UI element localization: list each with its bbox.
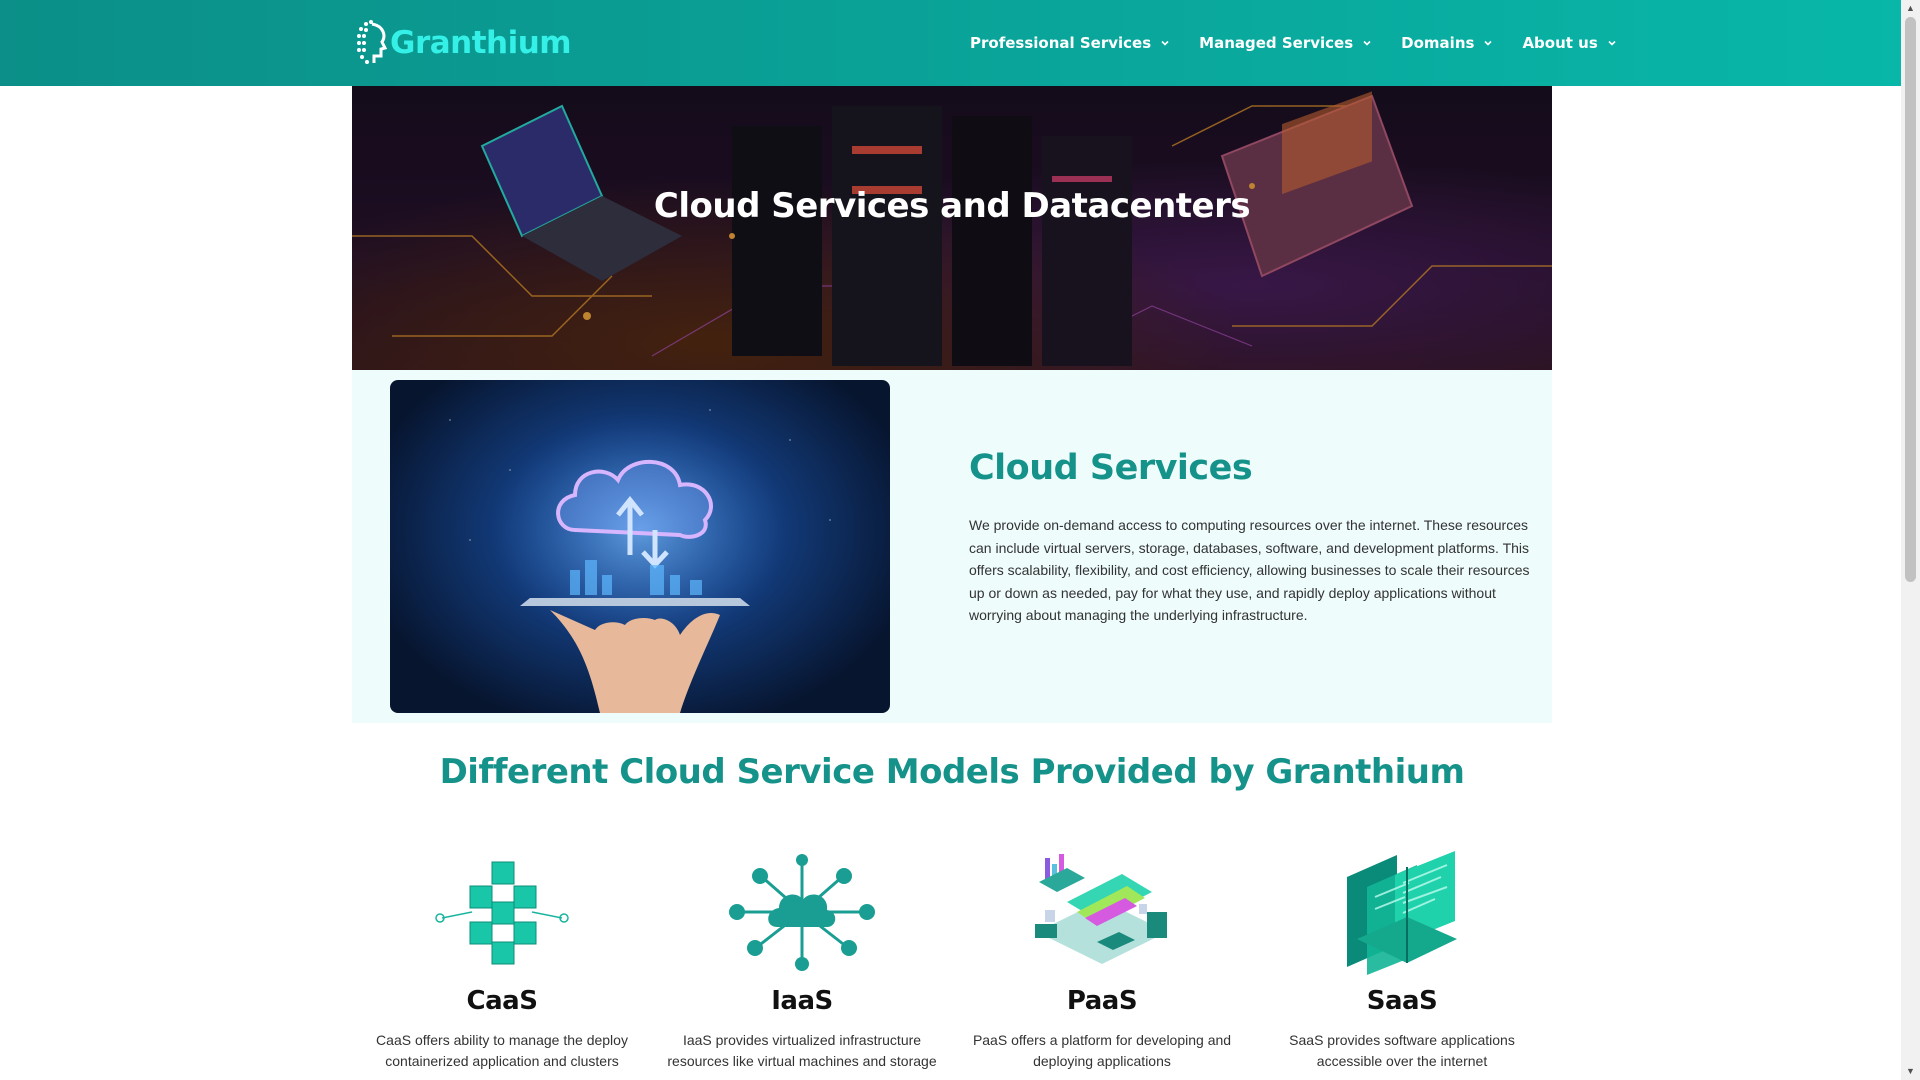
cloud-services-section: Cloud Services We provide on-demand acce… bbox=[352, 370, 1552, 723]
cloud-services-heading: Cloud Services bbox=[969, 448, 1253, 488]
model-description: IaaS provides virtualized infrastructure… bbox=[667, 1032, 937, 1069]
cubes-icon bbox=[352, 852, 652, 972]
cloud-on-phone-illustration bbox=[449, 409, 831, 713]
cloud-services-description: We provide on-demand access to computing… bbox=[969, 517, 1530, 623]
site-header: Granthium Professional Services Managed … bbox=[0, 0, 1901, 86]
software-screens-icon bbox=[1252, 851, 1552, 975]
model-title: IaaS bbox=[771, 986, 833, 1016]
main-nav: Professional Services Managed Services D… bbox=[970, 0, 1646, 86]
model-title: SaaS bbox=[1366, 986, 1438, 1016]
nav-domains[interactable]: Domains bbox=[1401, 34, 1493, 52]
chevron-down-icon bbox=[1363, 40, 1371, 46]
hero-title: Cloud Services and Datacenters bbox=[653, 186, 1251, 226]
chevron-down-icon bbox=[1608, 40, 1616, 46]
nav-label: Managed Services bbox=[1199, 34, 1354, 52]
scroll-up-arrow-icon[interactable]: ▲ bbox=[1901, 0, 1920, 17]
page-scrollbar[interactable]: ▲ ▼ bbox=[1901, 0, 1920, 1080]
model-card-paas: PaaS PaaS offers a platform for developi… bbox=[952, 852, 1252, 1072]
nav-label: About us bbox=[1522, 34, 1598, 52]
nav-professional-services[interactable]: Professional Services bbox=[970, 34, 1170, 52]
nav-label: Professional Services bbox=[970, 34, 1152, 52]
chevron-down-icon bbox=[1484, 40, 1493, 46]
nav-managed-services[interactable]: Managed Services bbox=[1199, 34, 1372, 52]
chevron-down-icon bbox=[1161, 40, 1169, 46]
model-description: CaaS offers ability to manage the deploy… bbox=[376, 1032, 628, 1069]
models-heading: Different Cloud Service Models Provided … bbox=[439, 752, 1465, 792]
nav-about-us[interactable]: About us bbox=[1522, 34, 1616, 52]
scroll-down-arrow-icon[interactable]: ▼ bbox=[1901, 1063, 1920, 1080]
model-title: CaaS bbox=[466, 986, 538, 1016]
cloud-hand-image bbox=[390, 380, 890, 713]
model-card-iaas: IaaS IaaS provides virtualized infrastru… bbox=[652, 852, 952, 1072]
hero-background-image bbox=[352, 86, 1552, 370]
logo[interactable]: Granthium bbox=[354, 18, 572, 68]
model-title: PaaS bbox=[1066, 986, 1138, 1016]
model-card-caas: CaaS CaaS offers ability to manage the d… bbox=[352, 852, 652, 1072]
hero-banner: Cloud Services and Datacenters bbox=[352, 86, 1552, 370]
cloud-network-icon bbox=[652, 852, 952, 972]
logo-text: Granthium bbox=[390, 25, 572, 61]
model-description: PaaS offers a platform for developing an… bbox=[972, 1032, 1232, 1069]
logo-icon bbox=[357, 20, 388, 64]
model-card-saas: SaaS SaaS provides software applications… bbox=[1252, 851, 1552, 1072]
nav-label: Domains bbox=[1401, 34, 1475, 52]
model-description: SaaS provides software applications acce… bbox=[1289, 1032, 1515, 1069]
scrollbar-thumb[interactable] bbox=[1905, 17, 1916, 582]
platform-icon bbox=[952, 852, 1252, 972]
